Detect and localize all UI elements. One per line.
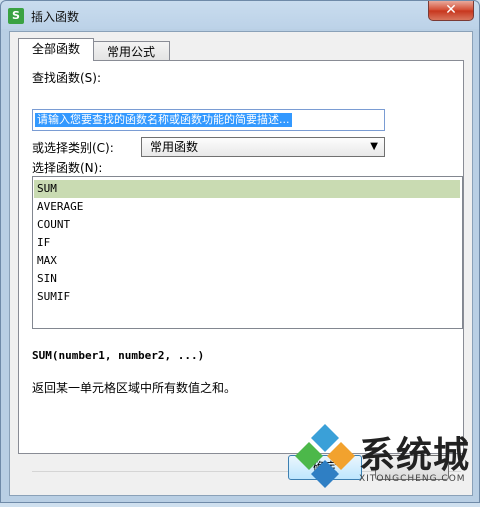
site-watermark: 系统城 XITONGCHENG.COM	[295, 420, 480, 503]
watermark-url: XITONGCHENG.COM	[359, 474, 466, 484]
list-item[interactable]: AVERAGE	[34, 198, 460, 216]
category-label: 或选择类别(C):	[32, 141, 114, 155]
list-item[interactable]: SUM	[34, 180, 460, 198]
watermark-logo-icon	[295, 424, 355, 488]
list-item[interactable]: IF	[34, 234, 460, 252]
title-bar: S 插入函数 ✕	[1, 1, 479, 31]
category-select[interactable]: 常用函数 ▼	[141, 137, 385, 157]
dialog-title: 插入函数	[31, 10, 80, 24]
close-icon: ✕	[445, 2, 457, 18]
list-item[interactable]: SIN	[34, 270, 460, 288]
watermark-text: 系统城	[359, 434, 471, 476]
tab-panel: 查找函数(S): 请输入您要查找的函数名称或函数功能的简要描述... 或选择类别…	[18, 60, 464, 472]
tab-common-formulas[interactable]: 常用公式	[92, 41, 170, 62]
list-item[interactable]: COUNT	[34, 216, 460, 234]
chevron-down-icon: ▼	[370, 141, 378, 152]
wps-spreadsheet-icon: S	[8, 8, 24, 24]
list-item[interactable]: SUMIF	[34, 288, 460, 306]
search-label: 查找函数(S):	[32, 71, 102, 85]
search-input[interactable]: 请输入您要查找的函数名称或函数功能的简要描述...	[32, 109, 385, 131]
close-button[interactable]: ✕	[428, 1, 474, 21]
function-list-label: 选择函数(N):	[32, 161, 103, 175]
category-select-value: 常用函数	[150, 140, 199, 154]
tab-all-functions[interactable]: 全部函数	[18, 38, 94, 61]
function-list[interactable]: SUM AVERAGE COUNT IF MAX SIN SUMIF	[32, 176, 463, 329]
search-input-text: 请输入您要查找的函数名称或函数功能的简要描述...	[35, 113, 292, 127]
function-description: 返回某一单元格区域中所有数值之和。	[32, 381, 237, 395]
list-item[interactable]: MAX	[34, 252, 460, 270]
function-syntax: SUM(number1, number2, ...)	[32, 349, 205, 362]
